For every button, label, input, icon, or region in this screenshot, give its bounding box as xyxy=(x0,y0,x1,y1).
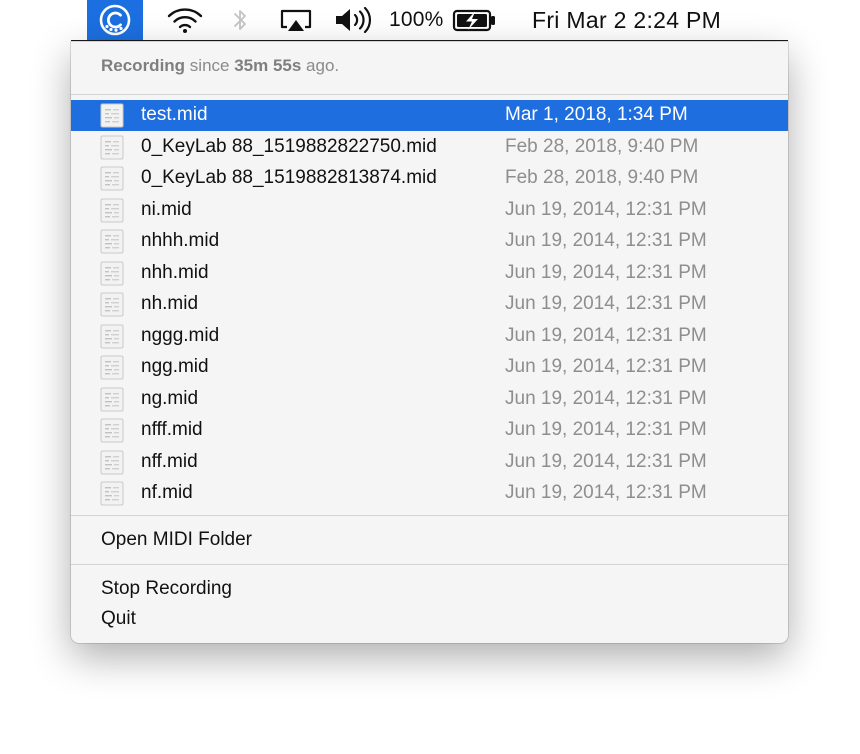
midi-file-icon xyxy=(100,292,124,317)
file-name: 0_KeyLab 88_1519882813874.mid xyxy=(141,167,437,188)
midi-file-icon xyxy=(100,324,124,349)
file-name: ng.mid xyxy=(141,387,199,409)
midi-file-icon xyxy=(100,355,124,380)
file-date: Jun 19, 2014, 12:31 PM xyxy=(505,198,707,220)
recorder-app-menu-extra[interactable] xyxy=(87,0,143,40)
file-name: ngg.mid xyxy=(141,356,209,377)
file-date: Jun 19, 2014, 12:31 PM xyxy=(505,293,707,314)
recording-ago-text: ago. xyxy=(301,56,340,75)
battery-percent: 100% xyxy=(389,8,444,31)
file-date: Jun 19, 2014, 12:31 PM xyxy=(505,324,707,346)
file-date: Jun 19, 2014, 12:31 PM xyxy=(505,419,707,440)
wifi-icon xyxy=(167,8,203,33)
file-name: nf.mid xyxy=(141,482,193,503)
battery-charging-icon xyxy=(452,9,495,32)
midi-file-icon xyxy=(100,229,124,254)
file-menu-item[interactable]: 0_KeyLab 88_1519882822750.mid Feb 28, 20… xyxy=(71,132,788,163)
file-name: nhhh.mid xyxy=(141,230,220,251)
menubar-clock[interactable]: Fri Mar 2 2:24 PM xyxy=(532,0,721,40)
file-name: nggg.mid xyxy=(141,324,220,346)
file-menu-item[interactable]: test.mid Mar 1, 2018, 1:34 PM xyxy=(71,100,788,131)
file-name: test.mid xyxy=(141,104,208,125)
midi-file-icon xyxy=(100,166,124,191)
file-name: nhh.mid xyxy=(141,261,209,283)
stop-recording-item[interactable]: Stop Recording xyxy=(101,578,232,600)
file-name: nff.mid xyxy=(141,450,198,472)
menu-separator xyxy=(71,564,788,565)
file-menu-item[interactable]: 0_KeyLab 88_1519882813874.mid Feb 28, 20… xyxy=(71,163,788,194)
menu-separator xyxy=(71,515,788,516)
recording-label: Recording xyxy=(101,56,186,75)
file-menu-item[interactable]: nff.mid Jun 19, 2014, 12:31 PM xyxy=(71,447,788,478)
midi-file-icon xyxy=(100,103,124,128)
volume-icon xyxy=(336,6,372,34)
menu-separator xyxy=(71,94,788,95)
midi-file-icon xyxy=(100,450,124,475)
file-menu-item[interactable]: ng.mid Jun 19, 2014, 12:31 PM xyxy=(71,384,788,415)
midi-file-icon xyxy=(100,198,124,223)
file-date: Jun 19, 2014, 12:31 PM xyxy=(505,482,707,503)
volume-menu-extra[interactable] xyxy=(333,0,375,40)
bluetooth-menu-extra[interactable] xyxy=(231,0,249,40)
file-menu-item[interactable]: nhh.mid Jun 19, 2014, 12:31 PM xyxy=(71,258,788,289)
midi-file-icon xyxy=(100,387,124,412)
airplay-icon xyxy=(280,9,312,31)
battery-menu-extra[interactable] xyxy=(452,0,498,40)
recorder-c-icon xyxy=(99,4,131,36)
file-date: Feb 28, 2018, 9:40 PM xyxy=(505,167,699,188)
recording-status: Recording since 35m 55s ago. xyxy=(101,56,339,76)
file-menu-item[interactable]: nhhh.mid Jun 19, 2014, 12:31 PM xyxy=(71,226,788,257)
file-name: nh.mid xyxy=(141,293,199,314)
file-name: 0_KeyLab 88_1519882822750.mid xyxy=(141,135,437,157)
file-name: nfff.mid xyxy=(141,419,203,440)
wifi-menu-extra[interactable] xyxy=(166,0,204,40)
recording-since-text: since xyxy=(185,56,235,75)
midi-file-icon xyxy=(100,261,124,286)
midi-file-icon xyxy=(100,418,124,443)
file-date: Jun 19, 2014, 12:31 PM xyxy=(505,230,707,251)
file-menu-item[interactable]: nf.mid Jun 19, 2014, 12:31 PM xyxy=(71,478,788,509)
bluetooth-icon xyxy=(234,10,246,30)
file-date: Jun 19, 2014, 12:31 PM xyxy=(505,261,707,283)
file-menu-item[interactable]: nh.mid Jun 19, 2014, 12:31 PM xyxy=(71,289,788,320)
recording-duration: 35m 55s xyxy=(234,56,302,75)
screen: 100% Fri Mar 2 2:24 PM Recording since 3… xyxy=(0,0,860,754)
file-date: Feb 28, 2018, 9:40 PM xyxy=(505,135,699,157)
file-date: Jun 19, 2014, 12:31 PM xyxy=(505,450,707,472)
file-date: Mar 1, 2018, 1:34 PM xyxy=(505,104,688,125)
open-midi-folder-item[interactable]: Open MIDI Folder xyxy=(101,529,252,551)
airplay-menu-extra[interactable] xyxy=(277,0,315,40)
midi-file-icon xyxy=(100,135,124,160)
file-name: ni.mid xyxy=(141,198,192,220)
recorder-dropdown-menu: Recording since 35m 55s ago. test.mid Ma… xyxy=(71,42,788,643)
midi-file-icon xyxy=(100,481,124,506)
file-menu-item[interactable]: ni.mid Jun 19, 2014, 12:31 PM xyxy=(71,195,788,226)
file-menu-item[interactable]: nfff.mid Jun 19, 2014, 12:31 PM xyxy=(71,415,788,446)
file-menu-item[interactable]: nggg.mid Jun 19, 2014, 12:31 PM xyxy=(71,321,788,352)
file-menu-item[interactable]: ngg.mid Jun 19, 2014, 12:31 PM xyxy=(71,352,788,383)
menu-bar: 100% Fri Mar 2 2:24 PM xyxy=(71,0,788,41)
quit-item[interactable]: Quit xyxy=(101,608,136,630)
file-date: Jun 19, 2014, 12:31 PM xyxy=(505,387,707,409)
file-date: Jun 19, 2014, 12:31 PM xyxy=(505,356,707,377)
